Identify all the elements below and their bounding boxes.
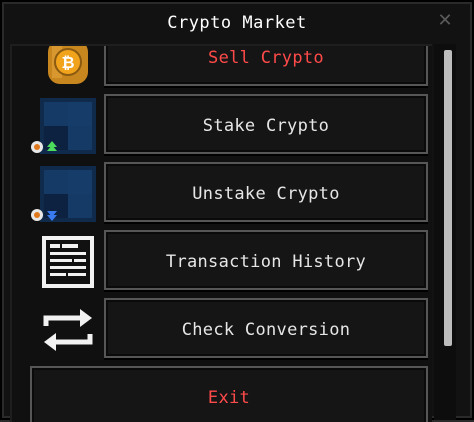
menu-scroll-area[interactable]: ₿ Sell Crypto Stake Crypto Unstake Crypt… <box>10 44 432 422</box>
scrollbar-thumb[interactable] <box>444 50 452 346</box>
window-title: Crypto Market <box>167 13 307 33</box>
menu-row-history: Transaction History <box>12 230 432 294</box>
stake-up-badge <box>30 140 60 154</box>
transaction-history-button[interactable]: Transaction History <box>104 230 428 290</box>
menu-row-unstake: Unstake Crypto <box>12 162 432 226</box>
exchange-arrows-icon <box>28 298 108 362</box>
crypto-market-window: Crypto Market ✕ ₿ Sell Crypto Stake Cryp… <box>0 0 474 422</box>
menu-row-conversion: Check Conversion <box>12 298 432 362</box>
unstake-block-icon <box>31 162 100 226</box>
bitcoin-bag-icon: ₿ <box>28 46 108 90</box>
stake-block-icon <box>31 94 100 158</box>
document-icon <box>28 230 108 294</box>
menu-row-stake: Stake Crypto <box>12 94 432 158</box>
sell-crypto-button[interactable]: Sell Crypto <box>104 46 428 86</box>
menu-row-exit: Exit <box>12 366 432 422</box>
exit-button[interactable]: Exit <box>30 366 428 422</box>
stake-crypto-button[interactable]: Stake Crypto <box>104 94 428 154</box>
check-conversion-button[interactable]: Check Conversion <box>104 298 428 358</box>
unstake-down-badge <box>30 208 60 222</box>
unstake-crypto-button[interactable]: Unstake Crypto <box>104 162 428 222</box>
close-icon[interactable]: ✕ <box>434 10 456 32</box>
menu-row-sell: ₿ Sell Crypto <box>12 46 432 90</box>
svg-text:₿: ₿ <box>61 53 74 72</box>
